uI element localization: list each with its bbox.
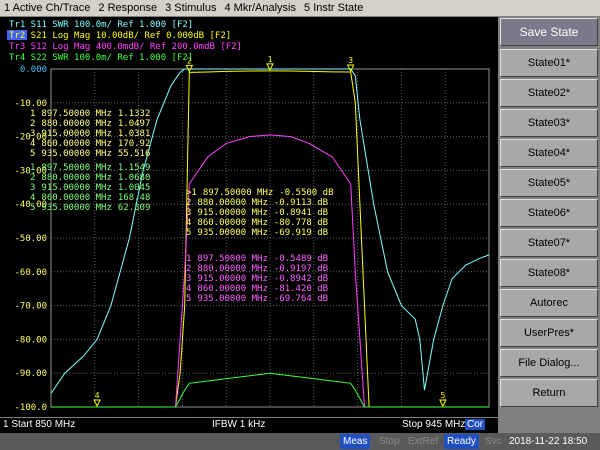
- menu-bar: 1 Active Ch/Trace 2 Response 3 Stimulus …: [0, 0, 600, 17]
- marker-row: >1 897.50000 MHz -0.5500 dB: [186, 188, 333, 198]
- marker-row: 4 860.00000 MHz 168.48: [30, 193, 150, 203]
- marker-table-s21: >1 897.50000 MHz -0.5500 dB 2 880.00000 MHz…: [186, 188, 333, 238]
- file-dialog-button[interactable]: File Dialog...: [500, 349, 598, 377]
- state07-button[interactable]: State07*: [500, 229, 598, 257]
- marker-row: 2 880.00000 MHz 1.0497: [30, 119, 150, 129]
- menu-instr-state[interactable]: 5 Instr State: [300, 2, 367, 14]
- status-extref: ExtRef: [408, 436, 439, 447]
- autorec-button[interactable]: Autorec: [500, 289, 598, 317]
- y-tick-label: -80.00: [14, 335, 47, 345]
- stop-frequency[interactable]: Stop 945 MHz: [402, 419, 465, 430]
- state03-button[interactable]: State03*: [500, 109, 598, 137]
- marker-row: 3 915.00000 MHz -0.8941 dB: [186, 208, 328, 218]
- marker-row: 5 935.00000 MHz 62.309: [30, 203, 150, 213]
- menu-active-ch-trace[interactable]: 1 Active Ch/Trace: [0, 2, 94, 14]
- y-tick-label: -70.00: [14, 302, 47, 312]
- marker-row: 2 880.00000 MHz 1.0680: [30, 173, 150, 183]
- y-tick-label: -50.00: [14, 234, 47, 244]
- status-meas: Meas: [340, 434, 371, 449]
- marker-row: 1 897.50000 MHz -0.5489 dB: [186, 254, 328, 264]
- marker-row: 3 915.00000 MHz 1.0045: [30, 183, 150, 193]
- status-stop: Stop: [379, 436, 400, 447]
- marker-row: 1 897.50000 MHz 1.1332: [30, 109, 150, 119]
- menu-stimulus[interactable]: 3 Stimulus: [161, 2, 220, 14]
- marker-table-s11: 1 897.50000 MHz 1.1332 2 880.00000 MHz 1.049…: [30, 109, 150, 159]
- softkey-panel: Save State State01* State02* State03* St…: [498, 17, 600, 433]
- status-datetime: 2018-11-22 18:50: [509, 436, 588, 447]
- sweep-info-bar: 1 Start 850 MHz IFBW 1 kHz Stop 945 MHz …: [0, 417, 498, 433]
- ifbw-label[interactable]: IFBW 1 kHz: [212, 419, 265, 430]
- trace-plot[interactable]: 0.000-10.00-20.00-30.00-40.00-50.00-60.0…: [0, 17, 498, 417]
- start-frequency[interactable]: 1 Start 850 MHz: [3, 419, 75, 430]
- status-svc: Svc: [485, 436, 502, 447]
- state04-button[interactable]: State04*: [500, 139, 598, 167]
- state06-button[interactable]: State06*: [500, 199, 598, 227]
- marker-row: 3 915.00000 MHz 1.0381: [30, 129, 150, 139]
- userpres-button[interactable]: UserPres*: [500, 319, 598, 347]
- return-button[interactable]: Return: [500, 379, 598, 407]
- marker-label: 1: [268, 55, 273, 64]
- status-ready: Ready: [444, 434, 479, 449]
- marker-row: 2 880.00000 MHz -0.9197 dB: [186, 264, 328, 274]
- state01-button[interactable]: State01*: [500, 49, 598, 77]
- y-tick-label: -100.0: [14, 403, 47, 413]
- marker-row: 5 935.00000 MHz -69.919 dB: [186, 228, 328, 238]
- menu-response[interactable]: 2 Response: [94, 2, 161, 14]
- trace-label-tr1[interactable]: Tr1 S11 SWR 100.0m/ Ref 1.000 [F2]: [9, 20, 193, 30]
- menu-mkr-analysis[interactable]: 4 Mkr/Analysis: [220, 2, 300, 14]
- save-state-header: Save State: [500, 18, 598, 46]
- state02-button[interactable]: State02*: [500, 79, 598, 107]
- marker-row: 3 915.00000 MHz -0.8942 dB: [186, 274, 328, 284]
- marker-row: 4 860.00000 MHz -80.778 dB: [186, 218, 328, 228]
- trace-label-tr2[interactable]: Tr2 S21 Log Mag 10.00dB/ Ref 0.000dB [F2…: [9, 31, 231, 41]
- y-tick-label: -10.00: [14, 99, 47, 109]
- status-bar: Meas Stop ExtRef Ready Svc 2018-11-22 18…: [0, 433, 600, 450]
- state08-button[interactable]: State08*: [500, 259, 598, 287]
- marker-row: 5 935.00000 MHz 55.516: [30, 149, 150, 159]
- correction-badge: Cor: [465, 419, 486, 430]
- marker-label: 5: [440, 391, 445, 400]
- state05-button[interactable]: State05*: [500, 169, 598, 197]
- trace-label-tr4[interactable]: Tr4 S22 SWR 100.0m/ Ref 1.000 [F2]: [9, 53, 193, 63]
- marker-table-s12: 1 897.50000 MHz -0.5489 dB 2 880.00000 MHz -…: [186, 254, 328, 304]
- y-tick-label: 0.000: [20, 65, 47, 75]
- marker-row: 4 860.00000 MHz -81.420 dB: [186, 284, 328, 294]
- trace-label-tr3[interactable]: Tr3 S12 Log Mag 400.0mdB/ Ref 200.0mdB […: [9, 42, 242, 52]
- marker-label: 4: [95, 391, 100, 400]
- marker-label: 3: [348, 56, 353, 65]
- y-tick-label: -90.00: [14, 369, 47, 379]
- marker-row: 4 860.00000 MHz 170.92: [30, 139, 150, 149]
- marker-row: 1 897.50000 MHz 1.1549: [30, 163, 150, 173]
- marker-table-s22: 1 897.50000 MHz 1.1549 2 880.00000 MHz 1.068…: [30, 163, 150, 213]
- marker-row: 5 935.00000 MHz -69.764 dB: [186, 294, 328, 304]
- y-tick-label: -60.00: [14, 268, 47, 278]
- marker-row: 2 880.00000 MHz -0.9113 dB: [186, 198, 328, 208]
